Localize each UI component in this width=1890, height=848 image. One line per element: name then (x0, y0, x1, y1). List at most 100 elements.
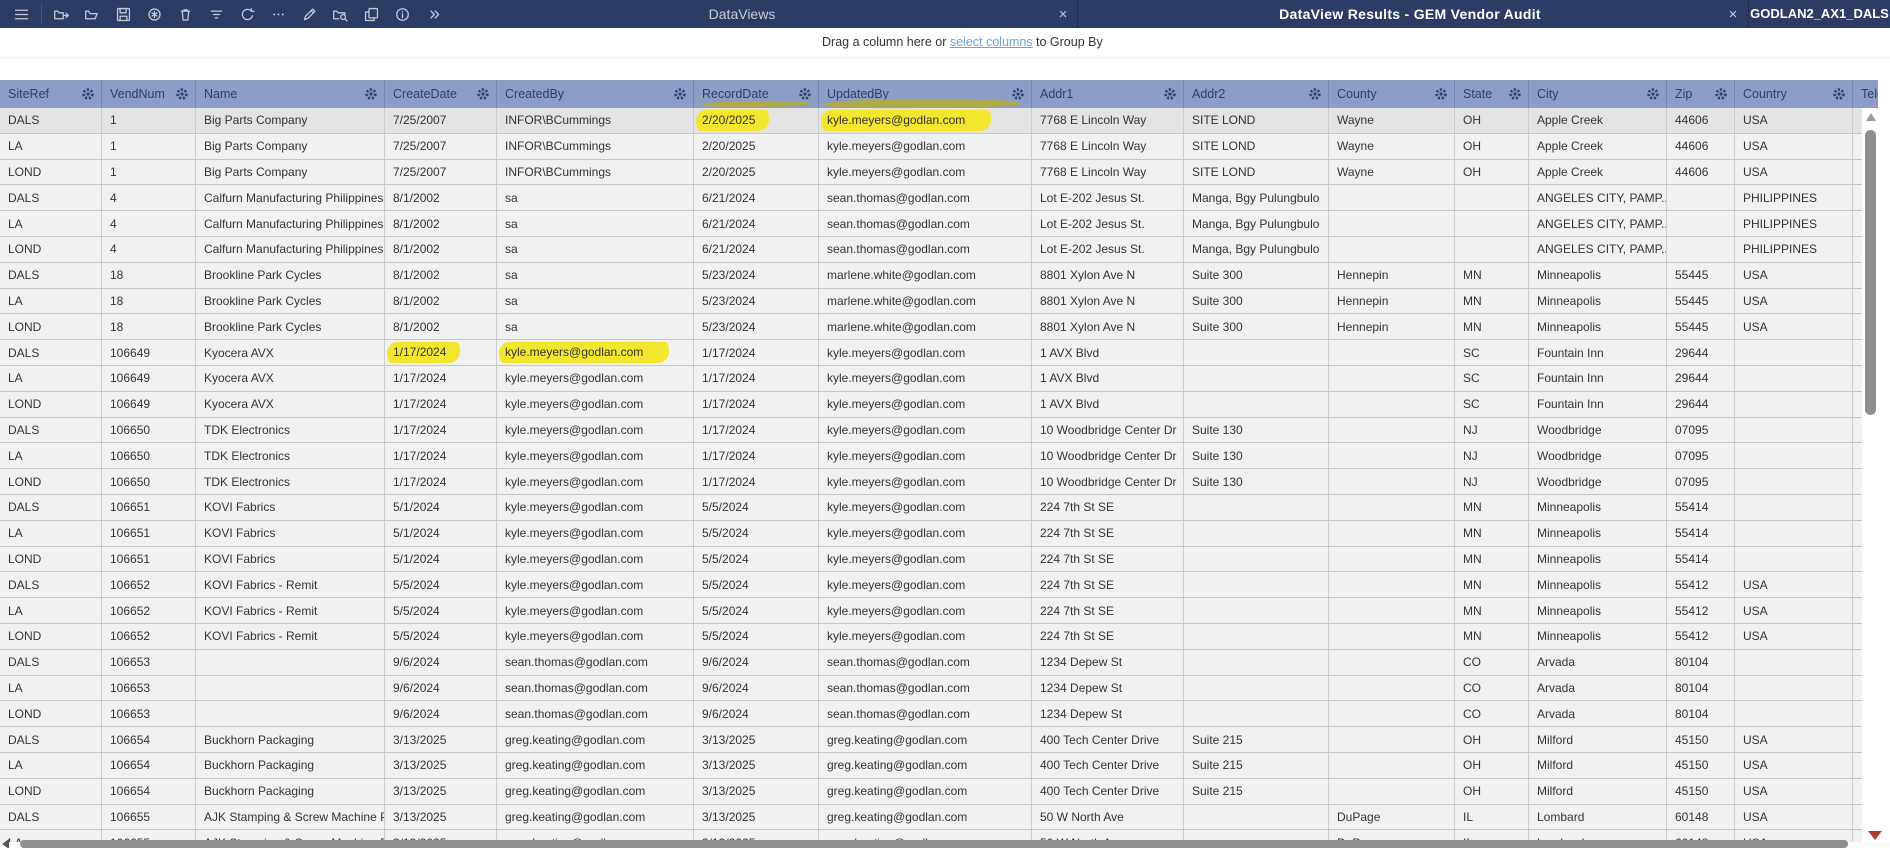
cell-country[interactable] (1735, 676, 1853, 701)
cell-zip[interactable]: 80104 (1667, 650, 1735, 675)
cell-createdby[interactable]: kyle.meyers@godlan.com (497, 572, 694, 597)
cell-addr2[interactable] (1184, 392, 1329, 417)
info-icon[interactable] (387, 0, 418, 28)
cell-createdby[interactable]: kyle.meyers@godlan.com (497, 418, 694, 443)
cell-city[interactable]: Fountain Inn (1529, 366, 1667, 391)
cell-siteref[interactable]: LA (0, 443, 102, 468)
cell-addr1[interactable]: 8801 Xylon Ave N (1032, 314, 1184, 339)
cell-name[interactable]: KOVI Fabrics - Remit (196, 598, 385, 623)
cell-zip[interactable]: 29644 (1667, 340, 1735, 365)
cell-county[interactable] (1329, 753, 1455, 778)
cell-createdate[interactable]: 3/13/2025 (385, 779, 497, 804)
cell-name[interactable]: Buckhorn Packaging (196, 779, 385, 804)
column-header-siteref[interactable]: SiteRef (0, 80, 102, 108)
cell-county[interactable]: Hennepin (1329, 263, 1455, 288)
cell-createdby[interactable]: kyle.meyers@godlan.com (497, 366, 694, 391)
cell-createdate[interactable]: 5/1/2024 (385, 547, 497, 572)
cell-telex[interactable] (1853, 392, 1862, 417)
cell-updatedby[interactable]: kyle.meyers@godlan.com (819, 443, 1032, 468)
cell-vendnum[interactable]: 106654 (102, 753, 196, 778)
cell-zip[interactable]: 44606 (1667, 134, 1735, 159)
cell-name[interactable]: AJK Stamping & Screw Machine P... (196, 805, 385, 830)
cell-addr2[interactable]: Suite 300 (1184, 289, 1329, 314)
cell-updatedby[interactable]: marlene.white@godlan.com (819, 263, 1032, 288)
cell-country[interactable]: PHILIPPINES (1735, 237, 1853, 262)
cell-recorddate[interactable]: 3/13/2025 (694, 727, 819, 752)
cell-updatedby[interactable]: kyle.meyers@godlan.com (819, 572, 1032, 597)
cell-createdate[interactable]: 7/25/2007 (385, 108, 497, 133)
column-settings-gear-icon[interactable] (476, 87, 490, 101)
cell-state[interactable]: SC (1455, 340, 1529, 365)
cell-county[interactable] (1329, 598, 1455, 623)
cell-siteref[interactable]: LOND (0, 624, 102, 649)
cell-vendnum[interactable]: 4 (102, 185, 196, 210)
cell-addr1[interactable]: Lot E-202 Jesus St. (1032, 237, 1184, 262)
column-settings-gear-icon[interactable] (175, 87, 189, 101)
cell-county[interactable] (1329, 185, 1455, 210)
cell-createdate[interactable]: 1/17/2024 (385, 443, 497, 468)
cell-zip[interactable]: 55414 (1667, 495, 1735, 520)
cell-createdate[interactable]: 1/17/2024 (385, 418, 497, 443)
column-header-county[interactable]: County (1329, 80, 1455, 108)
table-row[interactable]: DALS1066539/6/2024sean.thomas@godlan.com… (0, 650, 1862, 676)
column-header-country[interactable]: Country (1735, 80, 1853, 108)
cell-zip[interactable]: 55412 (1667, 572, 1735, 597)
cell-name[interactable]: Big Parts Company (196, 160, 385, 185)
cell-state[interactable]: NJ (1455, 443, 1529, 468)
cell-county[interactable] (1329, 521, 1455, 546)
cell-zip[interactable]: 55445 (1667, 289, 1735, 314)
cell-createdate[interactable]: 9/6/2024 (385, 701, 497, 726)
cell-createdate[interactable]: 3/13/2025 (385, 727, 497, 752)
table-row[interactable]: DALS106650TDK Electronics1/17/2024kyle.m… (0, 418, 1862, 444)
cell-createdby[interactable]: kyle.meyers@godlan.com (497, 521, 694, 546)
cell-state[interactable]: NJ (1455, 418, 1529, 443)
cell-vendnum[interactable]: 106652 (102, 598, 196, 623)
cell-createdate[interactable]: 9/6/2024 (385, 650, 497, 675)
cell-zip[interactable]: 29644 (1667, 392, 1735, 417)
cell-county[interactable] (1329, 340, 1455, 365)
column-settings-gear-icon[interactable] (798, 87, 812, 101)
table-row[interactable]: DALS106655AJK Stamping & Screw Machine P… (0, 805, 1862, 831)
cell-state[interactable]: CO (1455, 650, 1529, 675)
save-icon[interactable] (108, 0, 139, 28)
cell-createdby[interactable]: INFOR\BCummings (497, 134, 694, 159)
cell-name[interactable]: Kyocera AVX (196, 392, 385, 417)
cell-city[interactable]: Minneapolis (1529, 624, 1667, 649)
table-row[interactable]: DALS1Big Parts Company7/25/2007INFOR\BCu… (0, 108, 1862, 134)
folder-move-icon[interactable] (46, 0, 77, 28)
cell-zip[interactable]: 07095 (1667, 469, 1735, 494)
cell-state[interactable] (1455, 237, 1529, 262)
cell-addr1[interactable]: 10 Woodbridge Center Dr (1032, 443, 1184, 468)
cell-addr2[interactable] (1184, 521, 1329, 546)
cell-city[interactable]: Minneapolis (1529, 289, 1667, 314)
cell-recorddate[interactable]: 1/17/2024 (694, 418, 819, 443)
column-settings-gear-icon[interactable] (1714, 87, 1728, 101)
cell-county[interactable] (1329, 624, 1455, 649)
cell-createdate[interactable]: 5/1/2024 (385, 521, 497, 546)
horizontal-scrollbar-thumb[interactable] (20, 840, 1848, 848)
cell-telex[interactable] (1853, 289, 1862, 314)
cell-createdate[interactable]: 8/1/2002 (385, 185, 497, 210)
column-header-city[interactable]: City (1529, 80, 1667, 108)
cell-createdate[interactable]: 1/17/2024 (385, 366, 497, 391)
cell-recorddate[interactable]: 2/20/2025 (694, 160, 819, 185)
cell-name[interactable]: KOVI Fabrics (196, 495, 385, 520)
table-row[interactable]: LOND106650TDK Electronics1/17/2024kyle.m… (0, 469, 1862, 495)
cell-updatedby[interactable]: sean.thomas@godlan.com (819, 676, 1032, 701)
cell-createdby[interactable]: sa (497, 314, 694, 339)
cell-county[interactable] (1329, 469, 1455, 494)
column-header-addr1[interactable]: Addr1 (1032, 80, 1184, 108)
cell-updatedby[interactable]: kyle.meyers@godlan.com (819, 469, 1032, 494)
cell-state[interactable]: MN (1455, 521, 1529, 546)
cell-recorddate[interactable]: 1/17/2024 (694, 366, 819, 391)
column-settings-gear-icon[interactable] (1011, 87, 1025, 101)
column-settings-gear-icon[interactable] (81, 87, 95, 101)
cell-zip[interactable]: 55445 (1667, 314, 1735, 339)
cell-updatedby[interactable]: sean.thomas@godlan.com (819, 211, 1032, 236)
cell-telex[interactable] (1853, 108, 1862, 133)
cell-recorddate[interactable]: 2/20/2025 (694, 108, 819, 133)
cell-createdate[interactable]: 5/5/2024 (385, 624, 497, 649)
cell-addr1[interactable]: 400 Tech Center Drive (1032, 753, 1184, 778)
cell-addr2[interactable] (1184, 650, 1329, 675)
cell-recorddate[interactable]: 3/13/2025 (694, 805, 819, 830)
